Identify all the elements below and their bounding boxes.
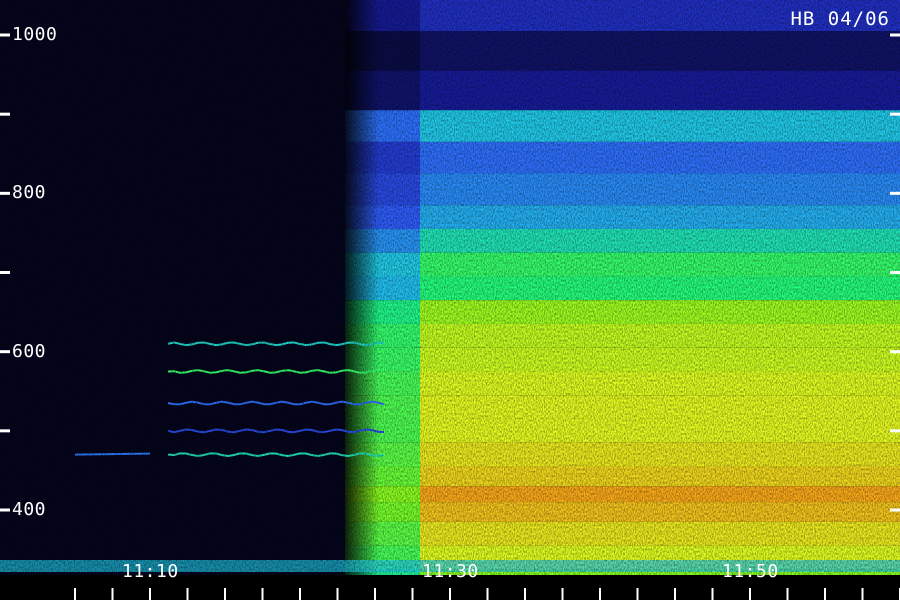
x-tick-label: 11:10 xyxy=(122,561,179,582)
x-tick-label: 11:30 xyxy=(422,561,479,582)
station-date-label: HB 04/06 xyxy=(790,8,890,30)
noise-texture xyxy=(0,0,900,600)
y-tick-label: 1000 xyxy=(12,24,58,45)
y-tick-label: 800 xyxy=(12,182,47,204)
y-tick-label: 400 xyxy=(12,499,47,520)
x-tick-label: 11:50 xyxy=(722,561,779,582)
spectrogram-chart: 1000 800 600 400 11:10 11:30 11:50 HB 04… xyxy=(0,0,900,600)
spectrogram-plot xyxy=(0,0,900,600)
y-tick-label: 600 xyxy=(12,340,47,362)
